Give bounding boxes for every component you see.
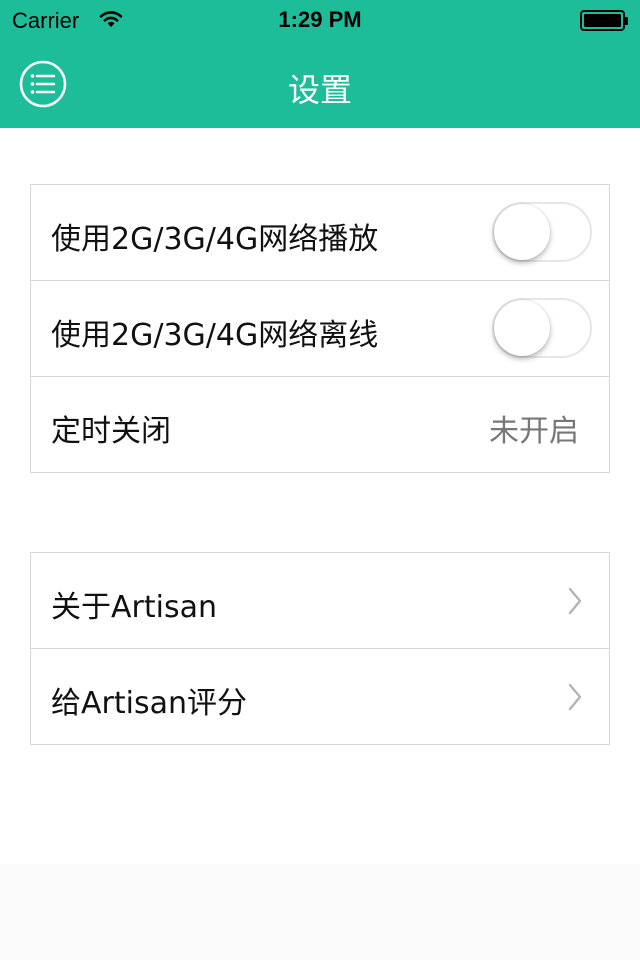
toggle-knob <box>494 300 550 356</box>
toggle-knob <box>494 204 550 260</box>
setting-label: 给Artisan评分 <box>51 686 247 721</box>
network-playback-toggle[interactable] <box>492 202 592 262</box>
network-offline-toggle[interactable] <box>492 298 592 358</box>
header: Carrier 1:29 PM 设置 <box>0 0 640 128</box>
setting-row-network-playback: 使用2G/3G/4G网络播放 <box>31 185 609 280</box>
about-group: 关于Artisan 给Artisan评分 <box>30 552 610 745</box>
sleep-timer-value: 未开启 <box>489 414 579 449</box>
setting-row-sleep-timer[interactable]: 定时关闭 未开启 <box>31 376 609 472</box>
setting-label: 使用2G/3G/4G网络离线 <box>51 318 379 353</box>
setting-row-about[interactable]: 关于Artisan <box>31 553 609 648</box>
network-settings-group: 使用2G/3G/4G网络播放 使用2G/3G/4G网络离线 定时关闭 未开启 <box>30 184 610 473</box>
nav-bar: 设置 <box>0 40 640 128</box>
status-bar: Carrier 1:29 PM <box>0 0 640 40</box>
setting-label: 使用2G/3G/4G网络播放 <box>51 222 379 257</box>
chevron-right-icon <box>568 683 582 711</box>
clock: 1:29 PM <box>278 7 362 32</box>
setting-label: 定时关闭 <box>51 414 171 449</box>
setting-row-rate[interactable]: 给Artisan评分 <box>31 648 609 744</box>
setting-row-network-offline: 使用2G/3G/4G网络离线 <box>31 280 609 376</box>
setting-label: 关于Artisan <box>51 590 217 625</box>
chevron-right-icon <box>568 587 582 615</box>
settings-content: 使用2G/3G/4G网络播放 使用2G/3G/4G网络离线 定时关闭 未开启 关… <box>0 128 640 864</box>
page-title: 设置 <box>287 71 352 109</box>
battery-icon <box>580 10 628 31</box>
